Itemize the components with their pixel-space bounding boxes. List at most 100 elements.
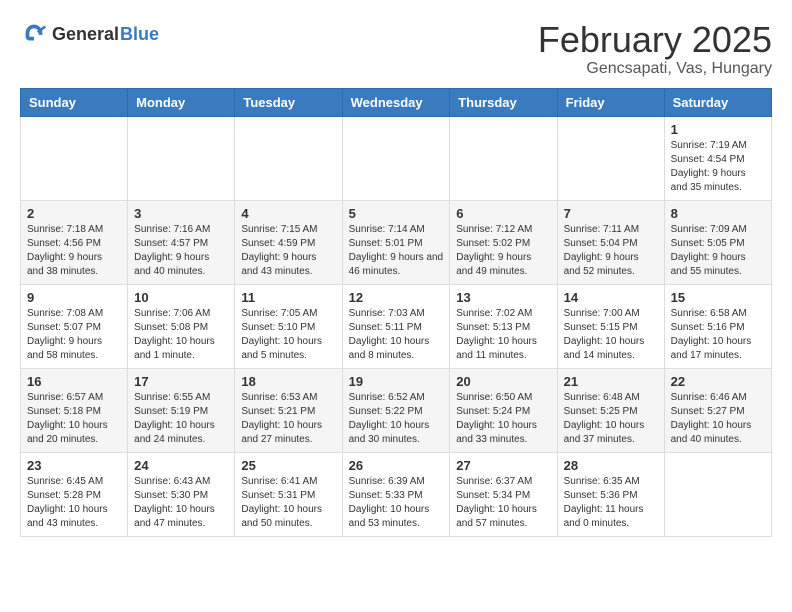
day-info: Sunrise: 6:43 AM Sunset: 5:30 PM Dayligh… bbox=[134, 475, 228, 531]
day-info: Sunrise: 6:52 AM Sunset: 5:22 PM Dayligh… bbox=[349, 391, 444, 447]
day-number: 15 bbox=[671, 290, 765, 305]
logo-icon bbox=[20, 20, 48, 48]
week-row-4: 23Sunrise: 6:45 AM Sunset: 5:28 PM Dayli… bbox=[21, 452, 772, 536]
header-wednesday: Wednesday bbox=[342, 88, 450, 116]
calendar-cell-w2-d5: 14Sunrise: 7:00 AM Sunset: 5:15 PM Dayli… bbox=[557, 284, 664, 368]
day-info: Sunrise: 6:37 AM Sunset: 5:34 PM Dayligh… bbox=[456, 475, 550, 531]
header-tuesday: Tuesday bbox=[235, 88, 342, 116]
calendar-cell-w3-d4: 20Sunrise: 6:50 AM Sunset: 5:24 PM Dayli… bbox=[450, 368, 557, 452]
calendar-cell-w4-d5: 28 Sunrise: 6:35 AM Sunset: 5:36 PM Dayli… bbox=[557, 452, 664, 536]
calendar-cell-w1-d5: 7Sunrise: 7:11 AM Sunset: 5:04 PM Daylig… bbox=[557, 200, 664, 284]
day-info: Sunrise: 7:03 AM Sunset: 5:11 PM Dayligh… bbox=[349, 307, 444, 363]
calendar-cell-w2-d3: 12 Sunrise: 7:03 AM Sunset: 5:11 PM Dayli… bbox=[342, 284, 450, 368]
calendar-cell-w2-d1: 10 Sunrise: 7:06 AM Sunset: 5:08 PM Dayli… bbox=[128, 284, 235, 368]
day-number: 19 bbox=[349, 374, 444, 389]
calendar-cell-w1-d0: 2 Sunrise: 7:18 AM Sunset: 4:56 PM Daylig… bbox=[21, 200, 128, 284]
day-info: Sunrise: 7:02 AM Sunset: 5:13 PM Dayligh… bbox=[456, 307, 550, 363]
calendar-cell-w1-d6: 8 Sunrise: 7:09 AM Sunset: 5:05 PM Daylig… bbox=[664, 200, 771, 284]
calendar-cell-w1-d4: 6 Sunrise: 7:12 AM Sunset: 5:02 PM Daylig… bbox=[450, 200, 557, 284]
day-number: 11 bbox=[241, 290, 335, 305]
day-number: 2 bbox=[27, 206, 121, 221]
day-number: 3 bbox=[134, 206, 228, 221]
calendar-cell-w1-d3: 5 Sunrise: 7:14 AM Sunset: 5:01 PM Daylig… bbox=[342, 200, 450, 284]
calendar-cell-w4-d3: 26 Sunrise: 6:39 AM Sunset: 5:33 PM Dayli… bbox=[342, 452, 450, 536]
day-info: Sunrise: 6:45 AM Sunset: 5:28 PM Dayligh… bbox=[27, 475, 121, 531]
day-info: Sunrise: 7:06 AM Sunset: 5:08 PM Dayligh… bbox=[134, 307, 228, 363]
header-monday: Monday bbox=[128, 88, 235, 116]
calendar-header: Sunday Monday Tuesday Wednesday Thursday… bbox=[21, 88, 772, 116]
day-info: Sunrise: 6:57 AM Sunset: 5:18 PM Dayligh… bbox=[27, 391, 121, 447]
calendar-cell-w1-d1: 3 Sunrise: 7:16 AM Sunset: 4:57 PM Daylig… bbox=[128, 200, 235, 284]
calendar-cell-w0-d4 bbox=[450, 116, 557, 200]
title-section: February 2025 Gencsapati, Vas, Hungary bbox=[538, 20, 772, 78]
day-info: Sunrise: 6:35 AM Sunset: 5:36 PM Dayligh… bbox=[564, 475, 658, 531]
logo-general-text: General bbox=[52, 24, 119, 45]
day-info: Sunrise: 7:00 AM Sunset: 5:15 PM Dayligh… bbox=[564, 307, 658, 363]
calendar-body: 1Sunrise: 7:19 AM Sunset: 4:54 PM Daylig… bbox=[21, 116, 772, 536]
day-number: 6 bbox=[456, 206, 550, 221]
day-number: 24 bbox=[134, 458, 228, 473]
header-saturday: Saturday bbox=[664, 88, 771, 116]
day-info: Sunrise: 7:15 AM Sunset: 4:59 PM Dayligh… bbox=[241, 223, 335, 279]
calendar-cell-w3-d6: 22 Sunrise: 6:46 AM Sunset: 5:27 PM Dayli… bbox=[664, 368, 771, 452]
day-number: 18 bbox=[241, 374, 335, 389]
day-info: Sunrise: 6:39 AM Sunset: 5:33 PM Dayligh… bbox=[349, 475, 444, 531]
day-number: 5 bbox=[349, 206, 444, 221]
calendar-cell-w2-d4: 13 Sunrise: 7:02 AM Sunset: 5:13 PM Dayli… bbox=[450, 284, 557, 368]
day-info: Sunrise: 7:08 AM Sunset: 5:07 PM Dayligh… bbox=[27, 307, 121, 363]
day-info: Sunrise: 7:05 AM Sunset: 5:10 PM Dayligh… bbox=[241, 307, 335, 363]
calendar-cell-w3-d3: 19 Sunrise: 6:52 AM Sunset: 5:22 PM Dayli… bbox=[342, 368, 450, 452]
header-sunday: Sunday bbox=[21, 88, 128, 116]
day-number: 10 bbox=[134, 290, 228, 305]
calendar-table: Sunday Monday Tuesday Wednesday Thursday… bbox=[20, 88, 772, 537]
calendar-cell-w2-d0: 9 Sunrise: 7:08 AM Sunset: 5:07 PM Daylig… bbox=[21, 284, 128, 368]
day-info: Sunrise: 6:58 AM Sunset: 5:16 PM Dayligh… bbox=[671, 307, 765, 363]
calendar-cell-w4-d4: 27 Sunrise: 6:37 AM Sunset: 5:34 PM Dayli… bbox=[450, 452, 557, 536]
calendar-cell-w4-d0: 23Sunrise: 6:45 AM Sunset: 5:28 PM Dayli… bbox=[21, 452, 128, 536]
day-number: 26 bbox=[349, 458, 444, 473]
week-row-2: 9 Sunrise: 7:08 AM Sunset: 5:07 PM Daylig… bbox=[21, 284, 772, 368]
day-number: 12 bbox=[349, 290, 444, 305]
calendar-cell-w0-d0 bbox=[21, 116, 128, 200]
calendar-cell-w3-d0: 16 Sunrise: 6:57 AM Sunset: 5:18 PM Dayli… bbox=[21, 368, 128, 452]
day-number: 9 bbox=[27, 290, 121, 305]
day-info: Sunrise: 6:55 AM Sunset: 5:19 PM Dayligh… bbox=[134, 391, 228, 447]
day-number: 27 bbox=[456, 458, 550, 473]
calendar-cell-w0-d2 bbox=[235, 116, 342, 200]
calendar-cell-w3-d2: 18 Sunrise: 6:53 AM Sunset: 5:21 PM Dayli… bbox=[235, 368, 342, 452]
day-info: Sunrise: 6:46 AM Sunset: 5:27 PM Dayligh… bbox=[671, 391, 765, 447]
day-number: 7 bbox=[564, 206, 658, 221]
week-row-3: 16 Sunrise: 6:57 AM Sunset: 5:18 PM Dayli… bbox=[21, 368, 772, 452]
logo-text: General Blue bbox=[52, 24, 159, 45]
header: General Blue February 2025 Gencsapati, V… bbox=[20, 20, 772, 78]
day-info: Sunrise: 6:53 AM Sunset: 5:21 PM Dayligh… bbox=[241, 391, 335, 447]
day-info: Sunrise: 7:16 AM Sunset: 4:57 PM Dayligh… bbox=[134, 223, 228, 279]
calendar-title: February 2025 bbox=[538, 20, 772, 60]
calendar-cell-w4-d1: 24 Sunrise: 6:43 AM Sunset: 5:30 PM Dayli… bbox=[128, 452, 235, 536]
day-info: Sunrise: 7:12 AM Sunset: 5:02 PM Dayligh… bbox=[456, 223, 550, 279]
header-friday: Friday bbox=[557, 88, 664, 116]
day-info: Sunrise: 7:14 AM Sunset: 5:01 PM Dayligh… bbox=[349, 223, 444, 279]
week-row-1: 2 Sunrise: 7:18 AM Sunset: 4:56 PM Daylig… bbox=[21, 200, 772, 284]
day-number: 4 bbox=[241, 206, 335, 221]
calendar-cell-w0-d3 bbox=[342, 116, 450, 200]
calendar-cell-w4-d2: 25Sunrise: 6:41 AM Sunset: 5:31 PM Dayli… bbox=[235, 452, 342, 536]
page-container: General Blue February 2025 Gencsapati, V… bbox=[20, 20, 772, 537]
day-info: Sunrise: 7:18 AM Sunset: 4:56 PM Dayligh… bbox=[27, 223, 121, 279]
day-info: Sunrise: 6:41 AM Sunset: 5:31 PM Dayligh… bbox=[241, 475, 335, 531]
logo: General Blue bbox=[20, 20, 159, 48]
day-number: 28 bbox=[564, 458, 658, 473]
day-info: Sunrise: 6:48 AM Sunset: 5:25 PM Dayligh… bbox=[564, 391, 658, 447]
day-number: 8 bbox=[671, 206, 765, 221]
day-number: 20 bbox=[456, 374, 550, 389]
day-number: 22 bbox=[671, 374, 765, 389]
day-info: Sunrise: 7:09 AM Sunset: 5:05 PM Dayligh… bbox=[671, 223, 765, 279]
weekday-header-row: Sunday Monday Tuesday Wednesday Thursday… bbox=[21, 88, 772, 116]
calendar-cell-w3-d5: 21 Sunrise: 6:48 AM Sunset: 5:25 PM Dayli… bbox=[557, 368, 664, 452]
calendar-cell-w1-d2: 4 Sunrise: 7:15 AM Sunset: 4:59 PM Daylig… bbox=[235, 200, 342, 284]
day-number: 16 bbox=[27, 374, 121, 389]
day-number: 21 bbox=[564, 374, 658, 389]
day-number: 17 bbox=[134, 374, 228, 389]
day-number: 13 bbox=[456, 290, 550, 305]
calendar-cell-w2-d6: 15 Sunrise: 6:58 AM Sunset: 5:16 PM Dayli… bbox=[664, 284, 771, 368]
